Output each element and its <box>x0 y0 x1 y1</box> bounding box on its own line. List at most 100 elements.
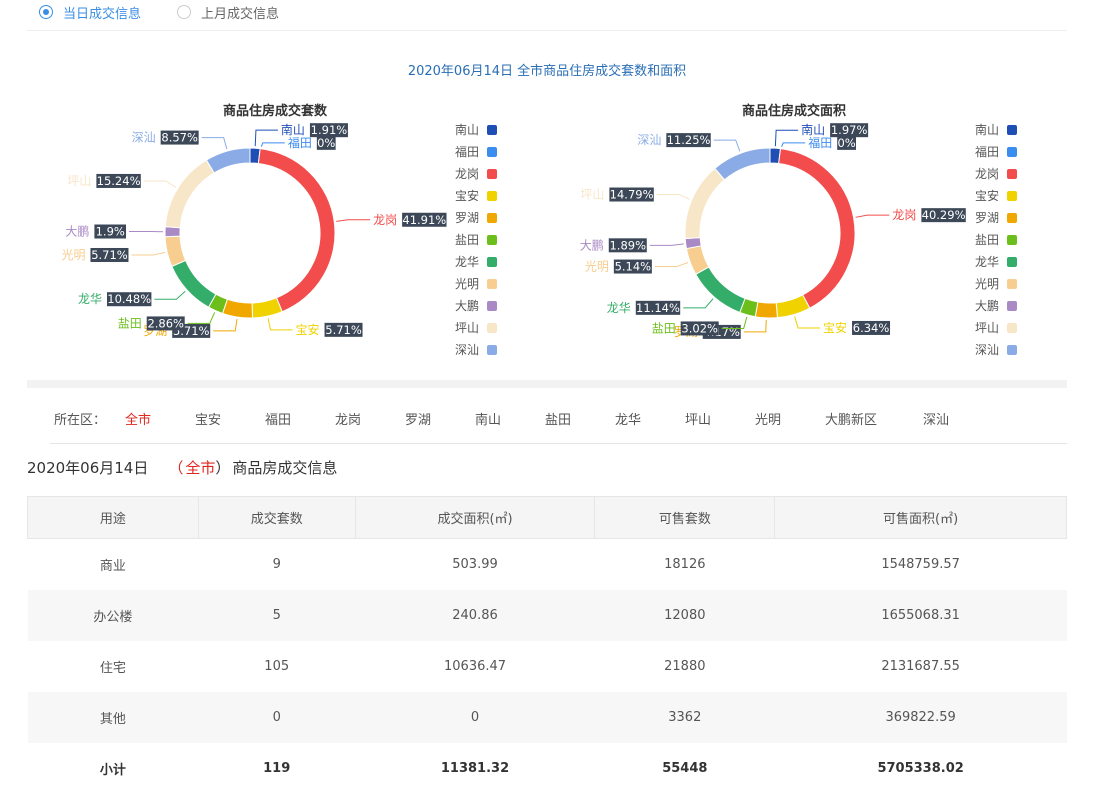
slice-category-label: 盐田 <box>118 316 142 330</box>
district-pingshan[interactable]: 坪山 <box>685 409 711 428</box>
legend-label: 深汕 <box>455 343 479 357</box>
slice-value-label: 41.91% <box>402 213 446 227</box>
info-date: 2020年06月14日 <box>27 459 149 477</box>
legend-label: 龙华 <box>975 255 999 269</box>
slice-value-label: 40.29% <box>922 208 966 222</box>
donut-slice <box>684 167 726 240</box>
cell-deal-count: 105 <box>264 658 290 674</box>
radio-today-label: 当日成交信息 <box>63 6 142 22</box>
district-longgang[interactable]: 龙岗 <box>335 409 361 428</box>
legend-swatch <box>487 345 497 355</box>
slice-value-label: 5.71% <box>325 323 362 337</box>
cell-usage: 其他 <box>27 691 199 743</box>
legend-swatch <box>487 235 497 245</box>
slice-leader-line <box>654 261 689 268</box>
legend-swatch <box>1007 301 1017 311</box>
legend-label: 光明 <box>975 277 999 291</box>
donut-slice <box>714 147 771 181</box>
slice-value-label: 8.57% <box>161 131 198 145</box>
slice-leader-line <box>683 298 714 309</box>
legend-swatch <box>487 147 497 157</box>
slice-category-label: 光明 <box>585 260 609 274</box>
header-available-area: 可售面积(㎡) <box>774 496 1067 539</box>
donut-charts: 商品住房成交套数南山 1.91%福田 0%龙岗 41.91%宝安 5.71%罗湖 5.71… <box>61 103 1017 357</box>
legend-swatch <box>1007 323 1017 333</box>
slice-leader-line <box>781 142 806 147</box>
slice-category-label: 大鹏 <box>580 238 604 252</box>
total-available-area: 5705338.02 <box>774 742 1067 794</box>
slice-category-label: 盐田 <box>652 321 676 335</box>
slice-leader-line <box>649 243 684 246</box>
legend-label: 盐田 <box>975 233 999 247</box>
legend-swatch <box>487 125 497 135</box>
radio-last-month-label: 上月成交信息 <box>201 6 280 22</box>
legend-label: 坪山 <box>455 321 479 335</box>
slice-value-label: 15.24% <box>97 174 141 188</box>
info-close-paren: ） <box>215 459 231 477</box>
cell-deal-count: 9 <box>272 556 281 572</box>
legend-swatch <box>1007 279 1017 289</box>
legend-label: 大鹏 <box>975 299 999 313</box>
slice-leader-line <box>794 316 821 329</box>
legend-swatch <box>1007 213 1017 223</box>
slice-category-label: 坪山 <box>580 188 604 202</box>
slice-value-label: 3.02% <box>681 321 718 335</box>
district-shenshan[interactable]: 深汕 <box>923 409 949 428</box>
info-suffix: 商品房成交信息 <box>232 459 338 477</box>
legend-swatch <box>487 301 497 311</box>
slice-category-label: 深汕 <box>132 131 156 145</box>
cell-available-area: 2131687.55 <box>881 658 960 674</box>
donut-slice <box>257 148 336 313</box>
slice-leader-line <box>713 139 741 152</box>
legend-label: 深汕 <box>975 343 999 357</box>
district-all[interactable]: 全市 <box>125 409 151 428</box>
cell-deal-area: 503.99 <box>452 556 498 572</box>
donut-slice <box>171 259 217 308</box>
district-futian[interactable]: 福田 <box>265 409 291 428</box>
slice-category-label: 龙岗 <box>373 213 397 227</box>
header-deal-area: 成交面积(㎡) <box>354 496 596 539</box>
district-longhua[interactable]: 龙华 <box>615 409 641 428</box>
slice-category-label: 大鹏 <box>65 225 89 239</box>
legend-label: 罗湖 <box>975 210 999 225</box>
legend-label: 罗湖 <box>455 210 479 225</box>
district-yantian[interactable]: 盐田 <box>545 409 571 428</box>
slice-leader-line <box>154 290 186 300</box>
radio-today[interactable]: 当日成交信息 <box>39 3 142 22</box>
donut-slice <box>775 294 811 319</box>
slice-value-label: 0% <box>317 136 335 150</box>
legend-label: 大鹏 <box>455 299 479 313</box>
district-filter-label: 所在区： <box>54 413 107 428</box>
header-deal-count: 成交套数 <box>197 496 356 539</box>
radio-last-month[interactable]: 上月成交信息 <box>177 3 280 22</box>
legend-swatch <box>1007 235 1017 245</box>
slice-leader-line <box>267 318 293 331</box>
district-dapeng[interactable]: 大鹏新区 <box>825 409 877 428</box>
info-title: 2020年06月14日 （全市） 商品房成交信息 <box>27 457 337 478</box>
cell-deal-area: 240.86 <box>355 589 595 641</box>
cell-deal-area: 10636.47 <box>444 658 507 674</box>
legend-label: 龙岗 <box>975 167 999 181</box>
legend-label: 龙岗 <box>455 167 479 181</box>
slice-category-label: 光明 <box>61 248 85 262</box>
legend-label: 南山 <box>455 122 479 137</box>
district-baoan[interactable]: 宝安 <box>195 409 221 428</box>
header-available-count: 可售套数 <box>594 496 776 539</box>
chart-main-title: 2020年06月14日 全市商品住房成交套数和面积 <box>407 64 687 79</box>
info-city: 全市 <box>185 459 216 477</box>
slice-value-label: 11.25% <box>667 133 711 147</box>
slice-value-label: 0% <box>837 136 855 150</box>
cell-available-area: 1548759.57 <box>881 556 960 572</box>
total-deal-count: 119 <box>198 742 356 794</box>
slice-leader-line <box>743 319 767 333</box>
donut-slice <box>164 159 215 229</box>
district-guangming[interactable]: 光明 <box>755 409 781 428</box>
district-luohu[interactable]: 罗湖 <box>405 409 431 428</box>
chart-title: 商品住房成交套数 <box>223 103 328 119</box>
district-nanshan[interactable]: 南山 <box>475 409 501 428</box>
donut-slice <box>164 235 187 268</box>
slice-value-label: 1.89% <box>609 238 646 252</box>
slice-leader-line <box>201 137 228 150</box>
legend-swatch <box>487 169 497 179</box>
info-open-paren: （ <box>168 459 184 477</box>
